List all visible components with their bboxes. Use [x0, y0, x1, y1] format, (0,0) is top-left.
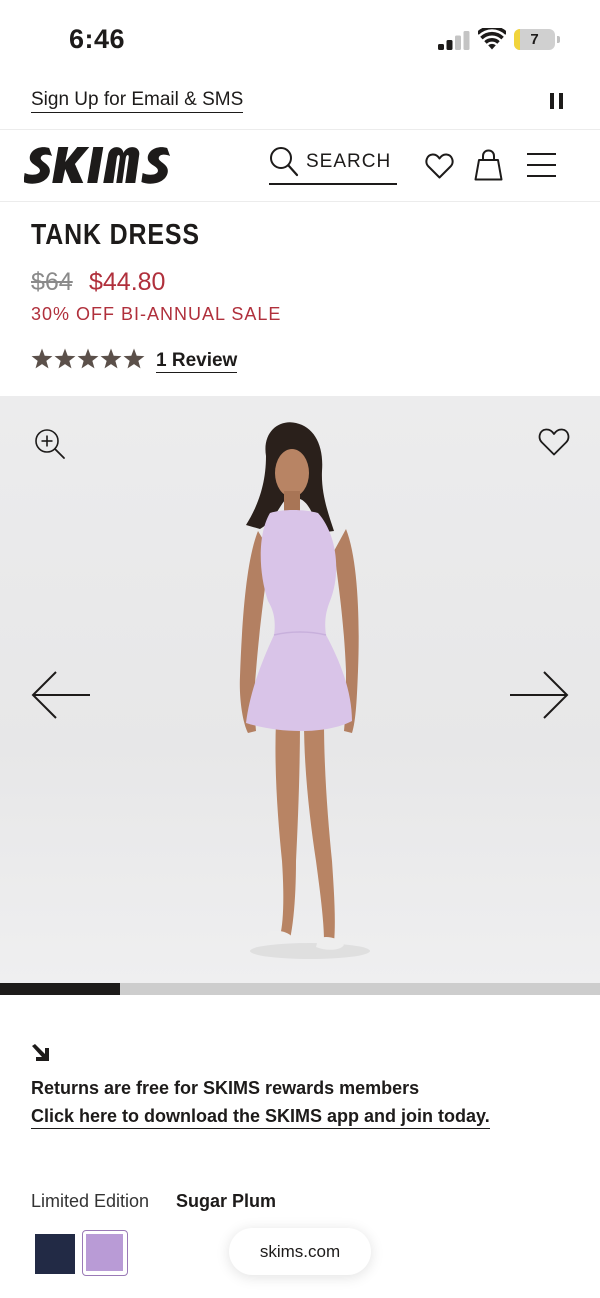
previous-image-arrow-icon[interactable]	[30, 668, 92, 722]
shopping-bag-icon[interactable]	[474, 149, 503, 181]
add-to-wishlist-icon[interactable]	[538, 427, 570, 457]
product-image-gallery[interactable]	[0, 396, 600, 983]
star-icon	[100, 348, 122, 369]
star-icon	[31, 348, 53, 369]
promo-bar: Sign Up for Email & SMS	[0, 78, 600, 130]
pause-icon[interactable]	[550, 93, 564, 109]
original-price: $64	[31, 268, 73, 296]
star-icon	[123, 348, 145, 369]
wifi-icon	[478, 28, 506, 50]
search-icon	[270, 147, 299, 177]
returns-info-text: Returns are free for SKIMS rewards membe…	[31, 1078, 420, 1098]
browser-url-bar[interactable]: skims.com	[229, 1228, 371, 1275]
arrow-down-right-icon	[32, 1044, 49, 1061]
skims-logo[interactable]	[24, 142, 176, 188]
product-image	[239, 422, 370, 959]
battery-icon: 7	[514, 29, 560, 50]
battery-level: 7	[530, 31, 539, 48]
color-swatch-navy[interactable]	[35, 1234, 75, 1274]
zoom-in-icon[interactable]	[34, 428, 66, 460]
color-edition-label: Limited Edition	[31, 1191, 150, 1211]
selected-color-name: Sugar Plum	[176, 1191, 277, 1211]
star-icon	[54, 348, 76, 369]
star-rating[interactable]	[31, 347, 145, 371]
search-label: SEARCH	[306, 151, 392, 172]
download-app-link[interactable]: Click here to download the SKIMS app and…	[31, 1106, 490, 1129]
gallery-progress-bar	[0, 983, 600, 995]
product-title: TANK DRESS	[31, 219, 200, 251]
next-image-arrow-icon[interactable]	[508, 668, 570, 722]
color-swatch-sugar-plum[interactable]	[82, 1230, 128, 1276]
search-button[interactable]: SEARCH	[269, 144, 397, 185]
color-swatch-sugar-plum-fill	[86, 1234, 123, 1271]
star-icon	[77, 348, 99, 369]
status-time: 6:46	[69, 24, 126, 54]
sale-price: $44.80	[89, 268, 166, 296]
signal-icon	[438, 31, 470, 50]
gallery-progress-fill	[0, 983, 120, 995]
email-sms-signup-link[interactable]: Sign Up for Email & SMS	[31, 89, 244, 113]
menu-icon[interactable]	[526, 152, 557, 178]
site-header: SEARCH	[0, 130, 600, 202]
sale-label: 30% OFF BI-ANNUAL SALE	[31, 304, 282, 324]
review-link[interactable]: 1 Review	[156, 350, 238, 373]
status-bar: 6:46 7	[0, 0, 600, 78]
wishlist-heart-icon[interactable]	[425, 152, 454, 180]
